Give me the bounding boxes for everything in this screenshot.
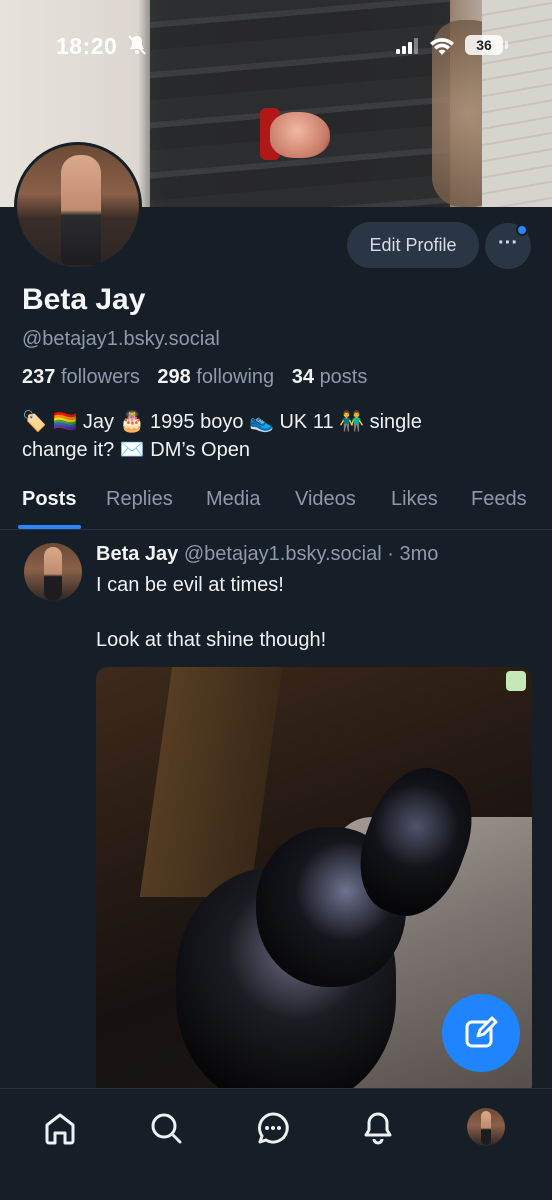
following-stat[interactable]: 298 following: [157, 366, 274, 388]
avatar-figure: [44, 547, 62, 601]
post-timestamp[interactable]: 3mo: [399, 543, 438, 565]
signal-icon: [396, 38, 418, 54]
tab-feeds[interactable]: Feeds: [471, 488, 527, 511]
profile-stats: 237 followers 298 following 34 posts: [22, 366, 367, 389]
tab-media[interactable]: Media: [206, 488, 260, 511]
following-count: 298: [157, 366, 191, 388]
search-icon[interactable]: [149, 1111, 183, 1145]
profile-bio: 🏷️ 🏳️‍🌈 Jay 🎂 1995 boyo 👟 UK 11 👬 single…: [22, 408, 542, 464]
edit-profile-button[interactable]: Edit Profile: [347, 222, 479, 268]
post-text: I can be evil at times!: [96, 574, 284, 596]
followers-stat[interactable]: 237 followers: [22, 366, 140, 388]
image-detail: [139, 667, 283, 897]
home-icon[interactable]: [43, 1111, 77, 1145]
post-separator: ·: [387, 543, 394, 565]
wifi-icon: [430, 38, 454, 55]
status-time: 18:20: [56, 33, 118, 59]
banner-image-detail: [270, 112, 330, 158]
notifications-icon[interactable]: [361, 1111, 395, 1145]
tab-videos[interactable]: Videos: [295, 488, 356, 511]
post-header: Beta Jay @betajay1.bsky.social · 3mo: [96, 543, 438, 566]
compose-button[interactable]: [442, 994, 520, 1072]
status-bar: 18:20 36: [0, 0, 552, 90]
post-author-avatar[interactable]: [24, 543, 82, 601]
tab-likes[interactable]: Likes: [391, 488, 438, 511]
compose-icon: [465, 1016, 498, 1048]
profile-avatar[interactable]: [14, 142, 142, 270]
bottom-navigation: [0, 1088, 552, 1200]
avatar-figure: [481, 1111, 491, 1145]
active-tab-indicator: [18, 525, 81, 529]
profile-tabs: Posts Replies Media Videos Likes Feeds: [0, 474, 552, 530]
post-text: Look at that shine though!: [96, 629, 327, 651]
followers-label: followers: [60, 366, 140, 388]
profile-handle: @betajay1.bsky.social: [22, 328, 220, 350]
profile-avatar[interactable]: [467, 1108, 505, 1146]
silent-bell-icon: [128, 35, 146, 55]
posts-label: posts: [319, 366, 368, 388]
display-name: Beta Jay: [22, 283, 146, 316]
bio-line: change it? ✉️ DM’s Open: [22, 439, 250, 461]
following-label: following: [196, 366, 275, 388]
post-author-handle[interactable]: @betajay1.bsky.social: [184, 543, 382, 565]
image-detail: [506, 671, 526, 691]
chat-icon[interactable]: [256, 1111, 290, 1145]
followers-count: 237: [22, 366, 56, 388]
battery-indicator: 36: [465, 35, 508, 55]
post-author-name[interactable]: Beta Jay: [96, 543, 178, 565]
tab-posts[interactable]: Posts: [22, 488, 76, 511]
posts-stat: 34 posts: [292, 366, 368, 388]
tab-replies[interactable]: Replies: [106, 488, 173, 511]
avatar-figure: [61, 155, 101, 265]
bio-line: 🏷️ 🏳️‍🌈 Jay 🎂 1995 boyo 👟 UK 11 👬 single: [22, 411, 422, 433]
notification-dot: [516, 224, 528, 236]
posts-count: 34: [291, 366, 314, 388]
